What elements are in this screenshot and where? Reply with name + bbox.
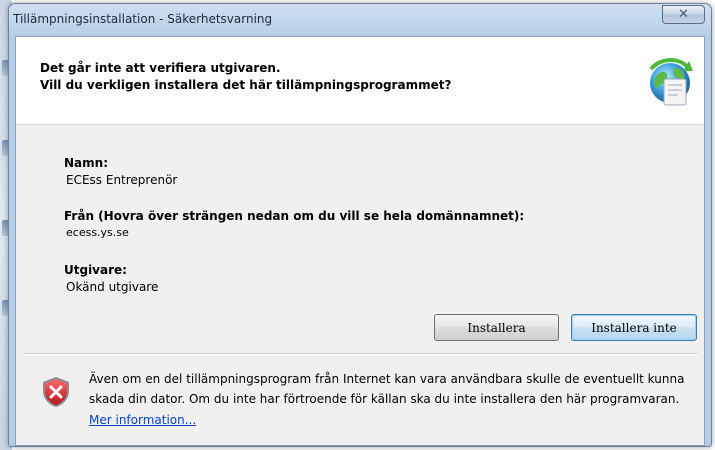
name-label: Namn: <box>64 156 108 170</box>
header-question-line1: Det går inte att verifiera utgivaren. <box>40 61 281 75</box>
dont-install-button[interactable]: Installera inte <box>571 314 697 341</box>
publisher-label: Utgivare: <box>64 263 127 277</box>
clickonce-globe-icon <box>649 58 693 106</box>
close-button[interactable]: ✕ <box>662 5 705 24</box>
divider <box>24 353 698 355</box>
dialog-header: Det går inte att verifiera utgivaren. Vi… <box>16 37 704 125</box>
install-button[interactable]: Installera <box>434 314 559 341</box>
from-value[interactable]: ecess.ys.se <box>66 226 129 239</box>
security-warning-dialog: Tillämpningsinstallation - Säkerhetsvarn… <box>8 3 712 447</box>
window-title: Tillämpningsinstallation - Säkerhetsvarn… <box>13 12 273 26</box>
from-label: Från (Hovra över strängen nedan om du vi… <box>64 209 525 223</box>
more-information-link[interactable]: Mer information... <box>89 413 196 427</box>
title-bar[interactable]: Tillämpningsinstallation - Säkerhetsvarn… <box>9 4 711 36</box>
publisher-value: Okänd utgivare <box>66 280 159 294</box>
close-icon: ✕ <box>678 7 689 22</box>
warning-text-line2: skada din dator. Om du inte har förtroen… <box>89 392 680 406</box>
security-shield-icon <box>43 377 69 407</box>
dialog-content: Det går inte att verifiera utgivaren. Vi… <box>15 36 705 446</box>
name-value: ECEss Entreprenör <box>66 173 178 187</box>
header-question-line2: Vill du verkligen installera det här til… <box>40 78 452 92</box>
warning-text-line1: Även om en del tillämpningsprogram från … <box>89 372 685 386</box>
